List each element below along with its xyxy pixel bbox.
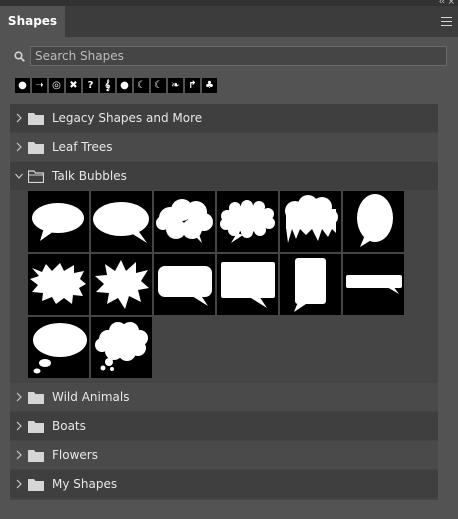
shape-round-speech-bubble[interactable] — [91, 191, 152, 252]
group-legacy-shapes[interactable]: Legacy Shapes and More — [10, 104, 438, 132]
open-folder-icon — [28, 170, 44, 183]
shape-thought-cloud-bubble[interactable] — [91, 317, 152, 378]
shape-cloud-bubble[interactable] — [154, 191, 215, 252]
tab-shapes[interactable]: Shapes — [0, 6, 65, 37]
chevron-right-icon[interactable] — [15, 392, 23, 402]
shape-dripping-bubble[interactable] — [280, 191, 341, 252]
folder-icon — [28, 421, 44, 433]
question-mark-icon[interactable]: ? — [83, 78, 98, 93]
panel-menu-icon[interactable] — [441, 17, 452, 26]
search-input[interactable]: Search Shapes — [30, 46, 447, 66]
leaf-icon[interactable]: ❧ — [168, 78, 183, 93]
group-label: Wild Animals — [52, 390, 130, 404]
group-label: Talk Bubbles — [52, 169, 127, 183]
palm-tree-icon[interactable]: ♣ — [202, 78, 217, 93]
panel-tab-bar: Shapes — [0, 6, 458, 37]
shape-square-rect-bubble[interactable] — [217, 254, 278, 315]
group-label: Boats — [52, 419, 86, 433]
shape-spiky-burst-bubble[interactable] — [28, 254, 89, 315]
shape-wide-bar-bubble[interactable] — [343, 254, 404, 315]
group-label: Flowers — [52, 448, 98, 462]
crescent-moon-icon[interactable]: ☾ — [134, 78, 149, 93]
group-label: Leaf Trees — [52, 140, 113, 154]
x-mark-icon[interactable]: ✖ — [66, 78, 81, 93]
group-wild-animals[interactable]: Wild Animals — [10, 383, 438, 411]
shape-oval-speech-bubble[interactable] — [28, 191, 89, 252]
shape-scalloped-bubble[interactable] — [217, 191, 278, 252]
moon-frame-icon[interactable]: ☾ — [151, 78, 166, 93]
search-icon — [14, 51, 25, 62]
folder-icon — [28, 113, 44, 125]
folder-icon — [28, 392, 44, 404]
shape-tall-oval-bubble[interactable] — [343, 191, 404, 252]
group-leaf-trees[interactable]: Leaf Trees — [10, 133, 438, 161]
group-my-shapes[interactable]: My Shapes — [10, 470, 438, 498]
chevron-right-icon[interactable] — [15, 142, 23, 152]
folder-icon — [28, 142, 44, 154]
chevron-down-icon[interactable] — [15, 171, 23, 181]
group-talk-bubbles[interactable]: Talk Bubbles — [10, 162, 438, 190]
arrow-icon[interactable]: ➝ — [32, 78, 47, 93]
treble-clef-icon[interactable]: 𝄞 — [100, 78, 115, 93]
shape-rounded-rect-bubble[interactable] — [154, 254, 215, 315]
panel-footer — [10, 500, 438, 519]
spiral-icon[interactable]: ◎ — [49, 78, 64, 93]
shape-tall-rect-bubble[interactable] — [280, 254, 341, 315]
speech-bubble-icon[interactable]: ● — [15, 78, 30, 93]
search-placeholder: Search Shapes — [35, 49, 124, 63]
group-flowers[interactable]: Flowers — [10, 441, 438, 469]
group-label: Legacy Shapes and More — [52, 111, 203, 125]
shape-thought-oval-bubble[interactable] — [28, 317, 89, 378]
scrollbar[interactable] — [440, 104, 451, 500]
folder-icon — [28, 450, 44, 462]
chevron-right-icon[interactable] — [15, 450, 23, 460]
signpost-icon[interactable]: ↱ — [185, 78, 200, 93]
group-boats[interactable]: Boats — [10, 412, 438, 440]
group-label: My Shapes — [52, 477, 118, 491]
shape-star-burst-bubble[interactable] — [91, 254, 152, 315]
chevron-right-icon[interactable] — [15, 113, 23, 123]
chevron-right-icon[interactable] — [15, 421, 23, 431]
shapes-list: Legacy Shapes and More Leaf Trees Talk B… — [10, 104, 438, 500]
talk-bubble-icon[interactable]: ● — [117, 78, 132, 93]
chevron-right-icon[interactable] — [15, 479, 23, 489]
folder-icon — [28, 479, 44, 491]
